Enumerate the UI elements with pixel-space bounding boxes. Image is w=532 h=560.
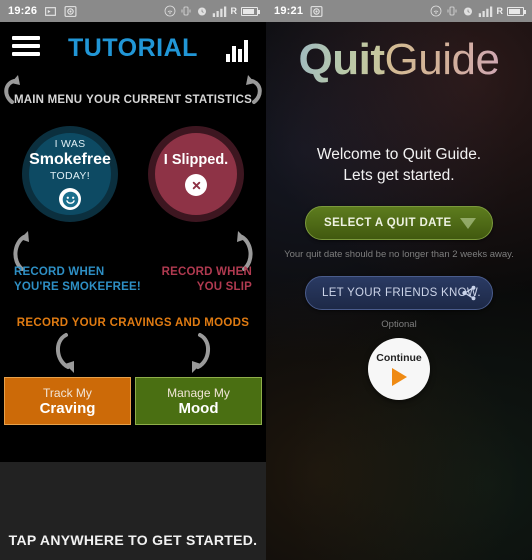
smokefree-line2: Smokefree xyxy=(29,151,111,168)
tracking-buttons-row: Track My Craving Manage My Mood xyxy=(0,377,266,425)
arrow-to-craving-button xyxy=(56,333,74,373)
record-icon xyxy=(310,5,323,17)
callout-main-menu-label: MAIN MENU xyxy=(14,94,83,106)
caption-slip-line2: YOU SLIP xyxy=(196,281,252,293)
status-bar-right-group: R xyxy=(164,5,260,17)
status-time-right: 19:21 xyxy=(274,5,304,17)
vibrate-icon xyxy=(447,6,456,16)
cravings-heading: RECORD YOUR CRAVINGS AND MOODS xyxy=(16,317,250,329)
status-bar-right: 19:21 R xyxy=(266,0,532,22)
let-friends-know-button[interactable]: LET YOUR FRIENDS KNOW. xyxy=(305,276,493,310)
tutorial-header: TUTORIAL xyxy=(0,22,266,76)
manage-mood-bottom-label: Mood xyxy=(178,399,219,417)
select-quit-date-button[interactable]: SELECT A QUIT DATE xyxy=(305,206,493,240)
manage-mood-button[interactable]: Manage My Mood xyxy=(135,377,262,425)
continue-button[interactable]: Continue xyxy=(368,338,430,400)
smokefree-button[interactable]: I WAS Smokefree TODAY! xyxy=(22,126,118,222)
play-triangle-icon xyxy=(391,368,407,386)
hotspot-icon xyxy=(430,5,441,17)
record-icon xyxy=(64,5,77,17)
quit-guide-screen: QuitGuide Welcome to Quit Guide. Lets ge… xyxy=(266,22,532,560)
status-bar-right-right-group: R xyxy=(430,5,526,17)
tap-anywhere-label: TAP ANYWHERE TO GET STARTED. xyxy=(8,532,258,548)
caption-smokefree-line1: RECORD WHEN xyxy=(14,266,105,278)
app-logo: QuitGuide xyxy=(266,22,532,82)
manage-mood-top-label: Manage My xyxy=(167,385,230,400)
friends-optional-hint: Optional xyxy=(381,319,417,330)
vibrate-icon xyxy=(181,6,190,16)
tutorial-overlay[interactable]: TUTORIAL MAIN MENU YOUR CURRENT STATISTI… xyxy=(0,22,266,560)
smokefree-line3: TODAY! xyxy=(50,170,90,182)
caption-smokefree: RECORD WHEN YOU'RE SMOKEFREE! xyxy=(14,265,141,295)
chevron-down-icon xyxy=(460,217,476,229)
continue-label: Continue xyxy=(376,352,422,364)
smokefree-line1: I WAS xyxy=(54,138,86,150)
roaming-indicator: R xyxy=(230,6,238,16)
left-phone-screen: 19:26 R TUTORIAL MAIN MENU YOUR CURRENT … xyxy=(0,0,266,560)
logo-part-guide: Guide xyxy=(384,35,500,84)
bar-chart-icon[interactable] xyxy=(226,38,252,62)
caption-slip-line1: RECORD WHEN xyxy=(161,266,252,278)
signal-bars-icon xyxy=(478,6,492,17)
track-craving-button[interactable]: Track My Craving xyxy=(4,377,131,425)
smiley-face-icon xyxy=(59,188,81,210)
signal-bars-icon xyxy=(212,6,226,17)
dual-phone-screenshot: 19:26 R TUTORIAL MAIN MENU YOUR CURRENT … xyxy=(0,0,532,560)
welcome-line-1: Welcome to Quit Guide. xyxy=(316,146,482,163)
hotspot-icon xyxy=(164,5,175,17)
alarm-icon xyxy=(463,7,472,16)
logo-part-quit: Quit xyxy=(298,35,385,84)
right-phone-screen: 19:21 R QuitGuide Welcome to Quit Guide.… xyxy=(266,0,532,560)
slipped-button[interactable]: I Slipped. xyxy=(148,126,244,222)
caption-smokefree-line2: YOU'RE SMOKEFREE! xyxy=(14,281,141,293)
callout-row: MAIN MENU YOUR CURRENT STATISTICS xyxy=(0,75,266,110)
track-craving-bottom-label: Craving xyxy=(39,399,96,417)
alarm-icon xyxy=(197,7,206,16)
tutorial-bottom-panel[interactable]: TAP ANYWHERE TO GET STARTED. xyxy=(0,462,266,560)
status-bar-left-group: 19:26 xyxy=(8,5,77,18)
welcome-message: Welcome to Quit Guide. Lets get started. xyxy=(266,144,532,186)
roaming-indicator: R xyxy=(496,6,504,16)
caption-slip: RECORD WHEN YOU SLIP xyxy=(162,265,252,295)
x-mark-icon xyxy=(185,174,207,196)
captions-row: RECORD WHEN YOU'RE SMOKEFREE! RECORD WHE… xyxy=(0,265,266,313)
status-bar-right-left-group: 19:21 xyxy=(274,5,323,18)
status-bar-left: 19:26 R xyxy=(0,0,266,22)
slipped-label: I Slipped. xyxy=(163,152,229,168)
screen-cast-icon xyxy=(45,6,57,16)
continue-button-wrap: Continue xyxy=(266,338,532,400)
cravings-arrow-row xyxy=(0,329,266,377)
quit-date-hint: Your quit date should be no longer than … xyxy=(284,249,514,260)
battery-icon xyxy=(507,6,526,16)
status-time: 19:26 xyxy=(8,5,38,17)
callout-statistics-label: YOUR CURRENT STATISTICS xyxy=(86,94,252,106)
battery-icon xyxy=(241,6,260,16)
arrow-to-mood-button xyxy=(192,333,210,373)
welcome-line-2: Lets get started. xyxy=(343,167,455,184)
share-icon xyxy=(462,285,476,301)
let-friends-know-label: LET YOUR FRIENDS KNOW. xyxy=(322,287,481,299)
track-craving-top-label: Track My xyxy=(43,385,92,400)
select-quit-date-label: SELECT A QUIT DATE xyxy=(324,217,452,229)
record-circles-row: I WAS Smokefree TODAY! I Slipped. xyxy=(0,120,266,271)
